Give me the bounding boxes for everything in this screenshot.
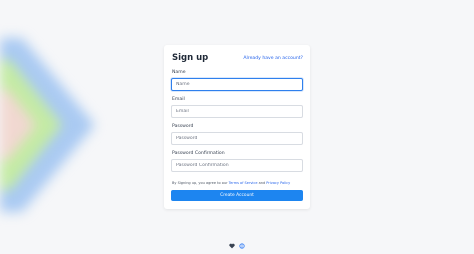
password-confirmation-field[interactable] <box>171 159 303 172</box>
password-confirmation-label: Password Confirmation <box>172 151 225 156</box>
password-label: Password <box>172 124 194 129</box>
globe-icon[interactable] <box>239 243 245 249</box>
terms-conjunction: and <box>257 181 267 185</box>
terms-prefix: By Signing up, you agree to our <box>172 181 229 185</box>
terms-of-service-link[interactable]: Terms of Service <box>229 181 258 185</box>
email-label: Email <box>172 97 185 102</box>
email-field[interactable] <box>171 105 303 118</box>
footer-icons <box>226 240 250 252</box>
signin-link[interactable]: Already have an account? <box>243 56 303 61</box>
name-label: Name <box>172 70 186 75</box>
page-title: Sign up <box>172 53 209 63</box>
create-account-button[interactable]: Create Account <box>171 190 303 201</box>
password-field[interactable] <box>171 132 303 145</box>
privacy-policy-link[interactable]: Privacy Policy <box>266 181 290 185</box>
terms-text: By Signing up, you agree to our Terms of… <box>172 181 290 185</box>
name-field[interactable] <box>171 78 303 91</box>
signup-card: Sign up Already have an account? Name Em… <box>164 45 310 209</box>
heart-icon[interactable] <box>229 243 235 249</box>
